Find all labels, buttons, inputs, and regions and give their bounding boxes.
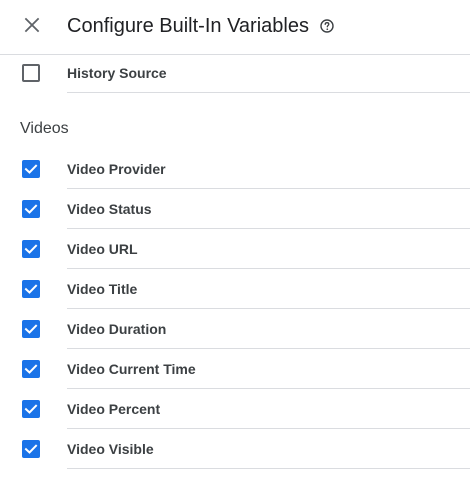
page-title: Configure Built-In Variables	[67, 15, 309, 37]
history-source-checkbox[interactable]	[22, 64, 40, 82]
check-icon	[24, 164, 38, 174]
row-divider	[67, 92, 470, 93]
section-title-videos: Videos	[20, 120, 69, 137]
variable-row-video-status: Video Status	[0, 189, 470, 229]
variable-label: Video Status	[67, 201, 152, 217]
video-visible-checkbox[interactable]	[22, 440, 40, 458]
check-icon	[24, 404, 38, 414]
close-icon	[24, 17, 40, 33]
variable-row-video-visible: Video Visible	[0, 429, 470, 469]
variable-row-video-provider: Video Provider	[0, 149, 470, 189]
variable-label: History Source	[67, 65, 167, 81]
variable-row-video-duration: Video Duration	[0, 309, 470, 349]
check-icon	[24, 324, 38, 334]
variable-label: Video Current Time	[67, 361, 196, 377]
video-provider-checkbox[interactable]	[22, 160, 40, 178]
variable-row-video-title: Video Title	[0, 269, 470, 309]
check-icon	[24, 204, 38, 214]
configure-built-in-variables-panel: Configure Built-In Variables History Sou…	[0, 0, 470, 477]
check-icon	[24, 364, 38, 374]
video-percent-checkbox[interactable]	[22, 400, 40, 418]
video-url-checkbox[interactable]	[22, 240, 40, 258]
variable-label: Video Percent	[67, 401, 161, 417]
variable-label: Video URL	[67, 241, 138, 257]
video-status-checkbox[interactable]	[22, 200, 40, 218]
check-icon	[24, 444, 38, 454]
variable-label: Video Provider	[67, 161, 166, 177]
panel-header: Configure Built-In Variables	[0, 0, 470, 55]
variable-label: Video Title	[67, 281, 138, 297]
video-title-checkbox[interactable]	[22, 280, 40, 298]
check-icon	[24, 284, 38, 294]
video-duration-checkbox[interactable]	[22, 320, 40, 338]
variable-label: Video Duration	[67, 321, 167, 337]
variable-row-video-current-time: Video Current Time	[0, 349, 470, 389]
variable-row-history-source: History Source	[0, 53, 470, 93]
row-divider	[67, 468, 470, 469]
variable-row-video-percent: Video Percent	[0, 389, 470, 429]
video-current-time-checkbox[interactable]	[22, 360, 40, 378]
check-icon	[24, 244, 38, 254]
variable-row-video-url: Video URL	[0, 229, 470, 269]
help-circle-icon[interactable]	[320, 19, 334, 33]
variable-label: Video Visible	[67, 441, 154, 457]
close-button[interactable]	[19, 12, 45, 38]
